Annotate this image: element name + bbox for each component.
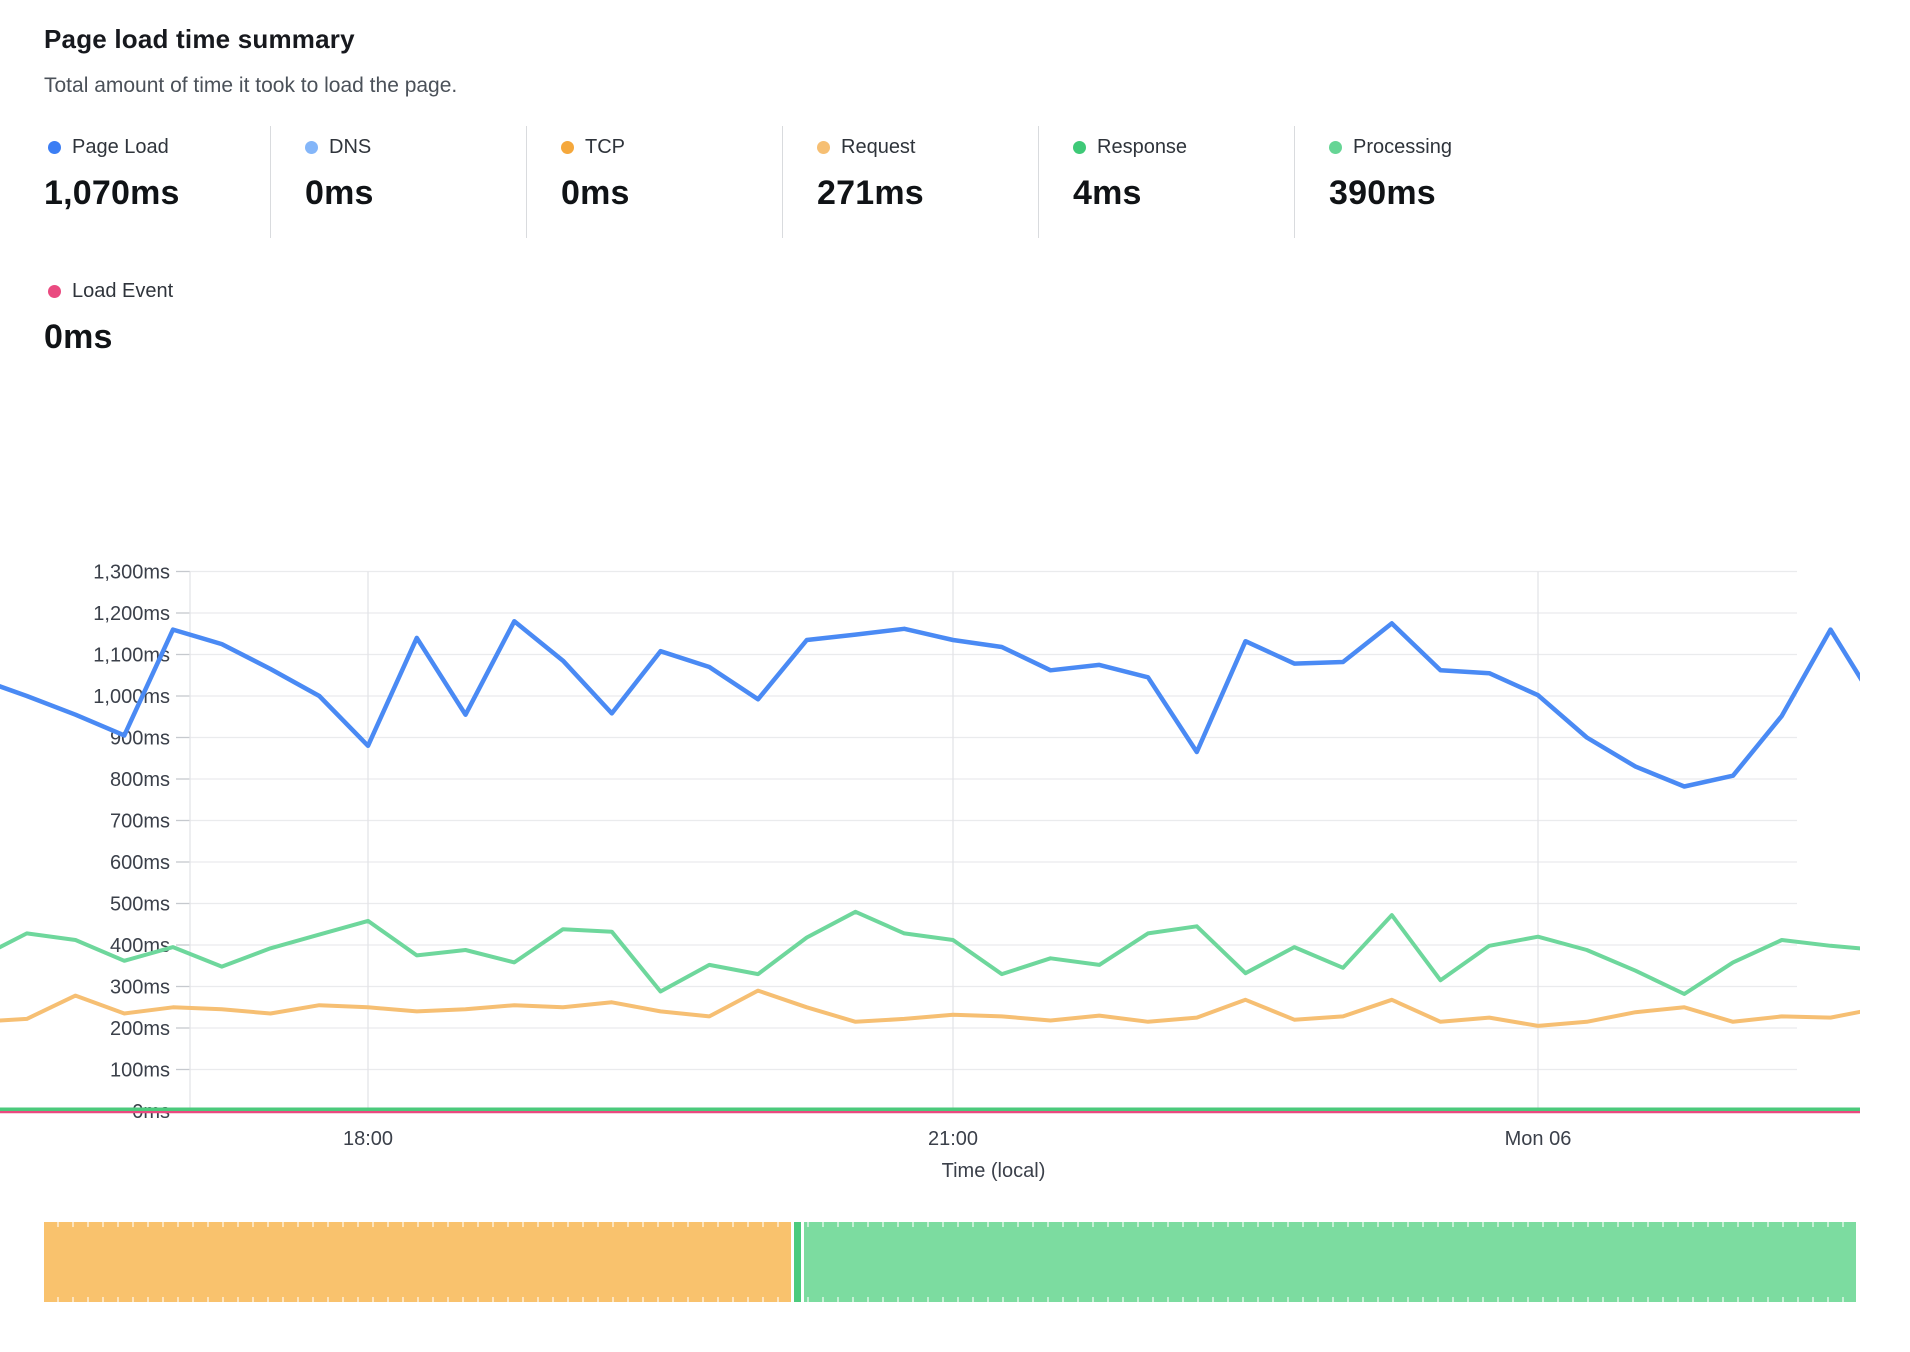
status-bar-segment-transition-sliver[interactable] [794,1222,801,1302]
series-summary-value: 390ms [1329,174,1550,213]
series-color-dot [561,141,574,154]
series-summary-value: 1,070ms [44,174,270,213]
legend-stats-row-2: Load Event 0ms [44,270,344,357]
series-label: Response [1097,136,1187,159]
series-summary-value: 271ms [817,174,1038,213]
legend-stat-header: Page Load [44,134,270,160]
legend-stat-tcp[interactable]: TCP 0ms [526,126,782,238]
y-tick-label: 200ms [110,1018,170,1040]
series-color-dot [1329,141,1342,154]
y-tick-label: 1,200ms [93,603,170,625]
legend-stat-header: Response [1073,134,1294,160]
y-tick-label: 400ms [110,935,170,957]
legend-stat-dns[interactable]: DNS 0ms [270,126,526,238]
status-bar-segment-degraded-period[interactable] [44,1222,791,1302]
chart-svg[interactable]: 0ms100ms200ms300ms400ms500ms600ms700ms80… [0,553,1860,1198]
legend-stat-page-load[interactable]: Page Load 1,070ms [44,126,270,238]
page-subtitle: Total amount of time it took to load the… [44,74,457,98]
series-color-dot [48,141,61,154]
legend-stat-header: Processing [1329,134,1550,160]
x-tick-label: 21:00 [928,1128,978,1150]
y-tick-label: 1,300ms [93,562,170,584]
x-tick-label: Mon 06 [1505,1128,1572,1150]
series-label: Processing [1353,136,1452,159]
y-tick-label: 100ms [110,1060,170,1082]
y-tick-label: 800ms [110,769,170,791]
series-line-processing[interactable] [0,912,1860,994]
legend-stat-processing[interactable]: Processing 390ms [1294,126,1550,238]
series-line-page-load[interactable] [0,572,1860,787]
y-tick-label: 1,000ms [93,686,170,708]
legend-stat-header: Request [817,134,1038,160]
series-label: Request [841,136,916,159]
legend-stat-response[interactable]: Response 4ms [1038,126,1294,238]
x-axis-title: Time (local) [942,1160,1046,1182]
y-tick-label: 300ms [110,977,170,999]
page-title: Page load time summary [44,24,355,55]
legend-stats-row: Page Load 1,070ms DNS 0ms TCP 0ms Request 271ms… [44,126,1550,238]
legend-stat-header: TCP [561,134,782,160]
y-tick-label: 500ms [110,894,170,916]
series-summary-value: 0ms [305,174,526,213]
legend-stat-header: Load Event [44,278,344,304]
series-label: Page Load [72,136,169,159]
series-color-dot [817,141,830,154]
legend-stat-header: DNS [305,134,526,160]
series-color-dot [305,141,318,154]
series-color-dot [48,285,61,298]
series-summary-value: 0ms [561,174,782,213]
series-label: TCP [585,136,625,159]
y-tick-label: 600ms [110,852,170,874]
series-label: Load Event [72,280,173,303]
status-bar-segment-passing-period[interactable] [804,1222,1856,1302]
series-summary-value: 4ms [1073,174,1294,213]
y-tick-label: 700ms [110,811,170,833]
legend-stat-request[interactable]: Request 271ms [782,126,1038,238]
series-label: DNS [329,136,371,159]
status-timeline-bar[interactable] [44,1222,1856,1302]
legend-stat-load-event[interactable]: Load Event 0ms [44,278,344,357]
series-color-dot [1073,141,1086,154]
series-summary-value: 0ms [44,318,344,357]
x-tick-label: 18:00 [343,1128,393,1150]
